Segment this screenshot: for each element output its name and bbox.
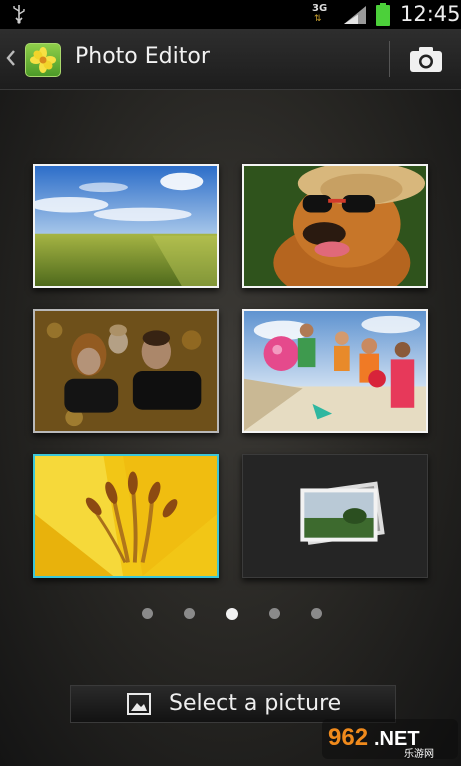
clock: 12:45 <box>400 2 461 26</box>
page-dot-2[interactable] <box>184 608 195 619</box>
svg-text:乐游网: 乐游网 <box>404 747 434 760</box>
page-dot-4[interactable] <box>269 608 280 619</box>
network-type-label: 3G <box>312 3 328 14</box>
usb-icon <box>13 5 25 24</box>
thumbnail-yellow-lily[interactable] <box>33 454 219 578</box>
svg-text:.NET: .NET <box>374 728 420 750</box>
data-arrows-icon: ⇅ <box>314 14 322 24</box>
status-bar: 3G ⇅ 12:45 <box>0 0 461 29</box>
back-chevron-icon[interactable] <box>5 48 17 68</box>
photo-editor-app-icon[interactable] <box>25 43 61 77</box>
thumbnail-landscape-field-sky[interactable] <box>33 164 219 288</box>
select-picture-label: Select a picture <box>169 691 342 716</box>
thumbnail-dog-sunglasses-hat[interactable] <box>242 164 428 288</box>
photo-stack-icon <box>300 481 385 545</box>
thumbnail-empty-placeholder[interactable] <box>242 454 428 578</box>
thumbnail-kids-on-beach[interactable] <box>242 309 428 433</box>
camera-icon[interactable] <box>404 40 448 78</box>
page-dot-5[interactable] <box>311 608 322 619</box>
page-dot-3-active[interactable] <box>226 608 238 620</box>
gallery-area: Select a picture <box>0 90 461 766</box>
action-bar-divider <box>389 41 390 77</box>
svg-text:962: 962 <box>328 724 368 751</box>
page-dot-1[interactable] <box>142 608 153 619</box>
signal-icon <box>344 6 366 24</box>
thumbnail-family-in-leaves[interactable] <box>33 309 219 433</box>
battery-icon <box>376 3 390 26</box>
watermark-logo: 962 .NET 乐游网 <box>322 717 458 761</box>
app-title: Photo Editor <box>75 44 210 69</box>
action-bar: Photo Editor <box>0 29 461 90</box>
page-indicator <box>0 608 461 622</box>
picture-icon <box>127 693 151 715</box>
